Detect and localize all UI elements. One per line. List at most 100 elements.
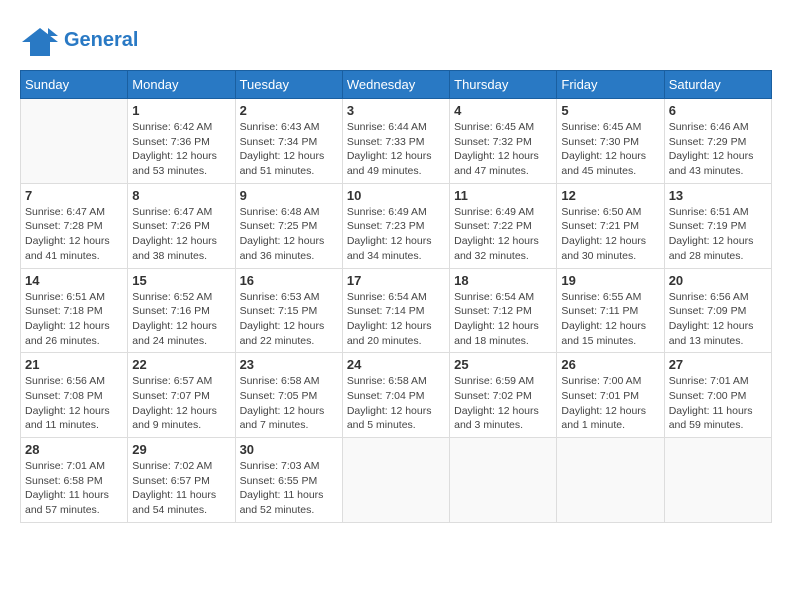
calendar-cell: 8 Sunrise: 6:47 AM Sunset: 7:26 PM Daylig… — [128, 183, 235, 268]
calendar-table: SundayMondayTuesdayWednesdayThursdayFrid… — [20, 70, 772, 523]
calendar-cell: 9Sunrise: 6:48 AM Sunset: 7:25 PM Daylig… — [235, 183, 342, 268]
calendar-cell: 10 Sunrise: 6:49 AM Sunset: 7:23 PM Dayli… — [342, 183, 449, 268]
day-info: Sunrise: 6:54 AM Sunset: 7:12 PM Dayligh… — [454, 290, 552, 349]
day-number: 16 — [240, 273, 338, 288]
day-number: 3 — [347, 103, 445, 118]
calendar-cell: 30Sunrise: 7:03 AM Sunset: 6:55 PM Dayli… — [235, 438, 342, 523]
calendar-cell: 17 Sunrise: 6:54 AM Sunset: 7:14 PM Dayli… — [342, 268, 449, 353]
day-number: 10 — [347, 188, 445, 203]
weekday-monday: Monday — [128, 71, 235, 99]
calendar-cell: 23Sunrise: 6:58 AM Sunset: 7:05 PM Dayli… — [235, 353, 342, 438]
weekday-header-row: SundayMondayTuesdayWednesdayThursdayFrid… — [21, 71, 772, 99]
day-number: 4 — [454, 103, 552, 118]
day-number: 9 — [240, 188, 338, 203]
day-number: 15 — [132, 273, 230, 288]
day-info: Sunrise: 6:49 AM Sunset: 7:22 PM Dayligh… — [454, 205, 552, 264]
day-number: 22 — [132, 357, 230, 372]
day-info: Sunrise: 6:56 AM Sunset: 7:08 PM Dayligh… — [25, 374, 123, 433]
day-number: 1 — [132, 103, 230, 118]
calendar-week-row: 28 Sunrise: 7:01 AM Sunset: 6:58 PM Dayli… — [21, 438, 772, 523]
day-info: Sunrise: 6:54 AM Sunset: 7:14 PM Dayligh… — [347, 290, 445, 349]
day-number: 19 — [561, 273, 659, 288]
calendar-cell: 5Sunrise: 6:45 AM Sunset: 7:30 PM Daylig… — [557, 99, 664, 184]
calendar-cell — [664, 438, 771, 523]
calendar-cell: 29 Sunrise: 7:02 AM Sunset: 6:57 PM Dayli… — [128, 438, 235, 523]
calendar-cell — [21, 99, 128, 184]
calendar-cell: 28 Sunrise: 7:01 AM Sunset: 6:58 PM Dayli… — [21, 438, 128, 523]
calendar-cell — [557, 438, 664, 523]
day-info: Sunrise: 6:53 AM Sunset: 7:15 PM Dayligh… — [240, 290, 338, 349]
weekday-thursday: Thursday — [450, 71, 557, 99]
calendar-cell: 24 Sunrise: 6:58 AM Sunset: 7:04 PM Dayli… — [342, 353, 449, 438]
day-number: 20 — [669, 273, 767, 288]
calendar-week-row: 14 Sunrise: 6:51 AM Sunset: 7:18 PM Dayli… — [21, 268, 772, 353]
day-info: Sunrise: 7:02 AM Sunset: 6:57 PM Dayligh… — [132, 459, 230, 518]
calendar-cell: 2Sunrise: 6:43 AM Sunset: 7:34 PM Daylig… — [235, 99, 342, 184]
day-info: Sunrise: 6:51 AM Sunset: 7:18 PM Dayligh… — [25, 290, 123, 349]
day-number: 28 — [25, 442, 123, 457]
logo: General — [20, 20, 138, 60]
day-number: 30 — [240, 442, 338, 457]
weekday-tuesday: Tuesday — [235, 71, 342, 99]
calendar-header: SundayMondayTuesdayWednesdayThursdayFrid… — [21, 71, 772, 99]
calendar-cell: 6 Sunrise: 6:46 AM Sunset: 7:29 PM Daylig… — [664, 99, 771, 184]
calendar-cell: 4 Sunrise: 6:45 AM Sunset: 7:32 PM Daylig… — [450, 99, 557, 184]
day-number: 5 — [561, 103, 659, 118]
calendar-cell: 12Sunrise: 6:50 AM Sunset: 7:21 PM Dayli… — [557, 183, 664, 268]
day-info: Sunrise: 6:46 AM Sunset: 7:29 PM Dayligh… — [669, 120, 767, 179]
calendar-cell: 25 Sunrise: 6:59 AM Sunset: 7:02 PM Dayli… — [450, 353, 557, 438]
calendar-cell: 22 Sunrise: 6:57 AM Sunset: 7:07 PM Dayli… — [128, 353, 235, 438]
day-info: Sunrise: 6:56 AM Sunset: 7:09 PM Dayligh… — [669, 290, 767, 349]
calendar-cell: 13 Sunrise: 6:51 AM Sunset: 7:19 PM Dayli… — [664, 183, 771, 268]
day-info: Sunrise: 6:58 AM Sunset: 7:04 PM Dayligh… — [347, 374, 445, 433]
calendar-cell: 1 Sunrise: 6:42 AM Sunset: 7:36 PM Daylig… — [128, 99, 235, 184]
day-info: Sunrise: 6:59 AM Sunset: 7:02 PM Dayligh… — [454, 374, 552, 433]
day-info: Sunrise: 6:47 AM Sunset: 7:28 PM Dayligh… — [25, 205, 123, 264]
calendar-cell: 7Sunrise: 6:47 AM Sunset: 7:28 PM Daylig… — [21, 183, 128, 268]
day-info: Sunrise: 6:50 AM Sunset: 7:21 PM Dayligh… — [561, 205, 659, 264]
weekday-saturday: Saturday — [664, 71, 771, 99]
calendar-cell: 26 Sunrise: 7:00 AM Sunset: 7:01 PM Dayli… — [557, 353, 664, 438]
calendar-cell: 19 Sunrise: 6:55 AM Sunset: 7:11 PM Dayli… — [557, 268, 664, 353]
day-number: 29 — [132, 442, 230, 457]
day-info: Sunrise: 6:49 AM Sunset: 7:23 PM Dayligh… — [347, 205, 445, 264]
calendar-cell: 18Sunrise: 6:54 AM Sunset: 7:12 PM Dayli… — [450, 268, 557, 353]
day-number: 8 — [132, 188, 230, 203]
day-info: Sunrise: 6:51 AM Sunset: 7:19 PM Dayligh… — [669, 205, 767, 264]
day-info: Sunrise: 6:57 AM Sunset: 7:07 PM Dayligh… — [132, 374, 230, 433]
page-header: General — [20, 20, 772, 60]
day-info: Sunrise: 6:44 AM Sunset: 7:33 PM Dayligh… — [347, 120, 445, 179]
day-info: Sunrise: 7:01 AM Sunset: 6:58 PM Dayligh… — [25, 459, 123, 518]
day-info: Sunrise: 6:47 AM Sunset: 7:26 PM Dayligh… — [132, 205, 230, 264]
calendar-cell: 20 Sunrise: 6:56 AM Sunset: 7:09 PM Dayli… — [664, 268, 771, 353]
day-info: Sunrise: 6:52 AM Sunset: 7:16 PM Dayligh… — [132, 290, 230, 349]
day-info: Sunrise: 6:45 AM Sunset: 7:32 PM Dayligh… — [454, 120, 552, 179]
logo-text: General — [64, 29, 138, 51]
calendar-cell: 11 Sunrise: 6:49 AM Sunset: 7:22 PM Dayli… — [450, 183, 557, 268]
logo-icon — [20, 20, 60, 60]
calendar-cell: 15 Sunrise: 6:52 AM Sunset: 7:16 PM Dayli… — [128, 268, 235, 353]
day-number: 11 — [454, 188, 552, 203]
day-number: 21 — [25, 357, 123, 372]
day-number: 24 — [347, 357, 445, 372]
calendar-cell: 21 Sunrise: 6:56 AM Sunset: 7:08 PM Dayli… — [21, 353, 128, 438]
calendar-week-row: 7Sunrise: 6:47 AM Sunset: 7:28 PM Daylig… — [21, 183, 772, 268]
day-info: Sunrise: 7:00 AM Sunset: 7:01 PM Dayligh… — [561, 374, 659, 433]
day-info: Sunrise: 6:58 AM Sunset: 7:05 PM Dayligh… — [240, 374, 338, 433]
calendar-cell: 14 Sunrise: 6:51 AM Sunset: 7:18 PM Dayli… — [21, 268, 128, 353]
day-number: 6 — [669, 103, 767, 118]
calendar-cell: 16 Sunrise: 6:53 AM Sunset: 7:15 PM Dayli… — [235, 268, 342, 353]
day-number: 26 — [561, 357, 659, 372]
day-info: Sunrise: 6:55 AM Sunset: 7:11 PM Dayligh… — [561, 290, 659, 349]
weekday-sunday: Sunday — [21, 71, 128, 99]
calendar-week-row: 21 Sunrise: 6:56 AM Sunset: 7:08 PM Dayli… — [21, 353, 772, 438]
weekday-wednesday: Wednesday — [342, 71, 449, 99]
day-info: Sunrise: 6:42 AM Sunset: 7:36 PM Dayligh… — [132, 120, 230, 179]
day-info: Sunrise: 6:43 AM Sunset: 7:34 PM Dayligh… — [240, 120, 338, 179]
calendar-body: 1 Sunrise: 6:42 AM Sunset: 7:36 PM Daylig… — [21, 99, 772, 523]
day-number: 25 — [454, 357, 552, 372]
day-number: 13 — [669, 188, 767, 203]
day-number: 14 — [25, 273, 123, 288]
calendar-cell — [450, 438, 557, 523]
day-number: 17 — [347, 273, 445, 288]
